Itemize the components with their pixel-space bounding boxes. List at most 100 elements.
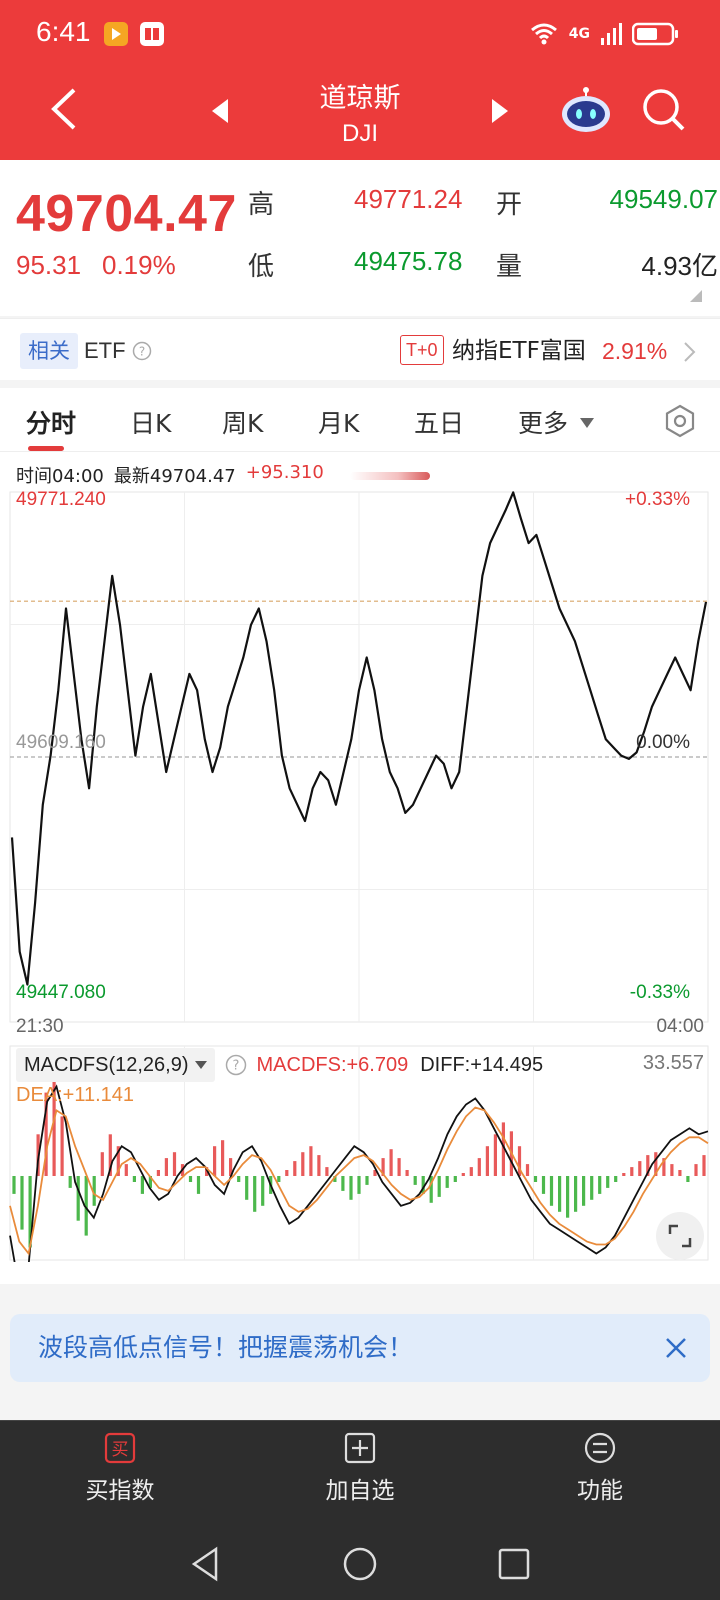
macd-bar [453, 1176, 457, 1182]
tab-more[interactable]: 更多 [518, 404, 568, 440]
macd-bar [678, 1170, 682, 1176]
functions-button[interactable]: 功能 [530, 1431, 670, 1505]
chevron-right-icon [684, 342, 696, 362]
macd-bar [60, 1116, 64, 1176]
tab-five-day[interactable]: 五日 [414, 404, 464, 440]
network-type: 4G [568, 26, 590, 42]
macd-bar [12, 1176, 16, 1194]
macd-bar [469, 1167, 473, 1176]
plus-square-icon [344, 1432, 376, 1464]
related-etf-row[interactable]: 相关 ETF ? T+0 纳指ETF富国 2.91% [0, 318, 720, 380]
macd-bar [76, 1176, 80, 1221]
notification-app-icon [104, 22, 128, 46]
price-change: 95.31 [16, 250, 82, 280]
tab-weekly-k[interactable]: 周K [222, 404, 263, 440]
macd-bar [445, 1176, 449, 1188]
system-home-icon[interactable] [340, 1544, 380, 1584]
pct-axis-min-label: -0.33% [629, 982, 690, 1003]
crosshair-info: 时间04:00 最新49704.47 +95.310 [16, 462, 324, 488]
macd-bar [301, 1152, 305, 1176]
tab-monthly-k[interactable]: 月K [318, 404, 359, 440]
macd-bar [349, 1176, 353, 1200]
macd-bar [20, 1176, 24, 1230]
status-time: 6:41 [36, 16, 91, 47]
macd-bar [533, 1176, 538, 1182]
quote-panel: 49704.47 95.31 0.19% 高 49771.24 低 49475.… [0, 160, 720, 316]
macd-bar [140, 1176, 144, 1194]
tab-intraday[interactable]: 分时 [26, 404, 76, 440]
macd-bar [493, 1134, 497, 1176]
macd-bar [638, 1161, 642, 1176]
add-watchlist-label: 加自选 [325, 1478, 395, 1504]
macd-bar [461, 1173, 465, 1176]
help-icon[interactable]: ? [225, 1054, 247, 1076]
macd-bar [68, 1176, 72, 1188]
open-value: 49549.07 [609, 184, 718, 214]
macd-bar [606, 1176, 610, 1188]
macd-bar [357, 1176, 361, 1194]
svg-text:?: ? [139, 345, 145, 359]
status-bar: 6:41 4G [0, 0, 720, 68]
macd-bar [261, 1176, 265, 1206]
low-label: 低 [248, 252, 275, 282]
add-watchlist-button[interactable]: 加自选 [290, 1431, 430, 1505]
back-arrow-icon[interactable] [44, 84, 84, 134]
system-back-icon[interactable] [186, 1544, 226, 1584]
low-value: 49475.78 [354, 246, 463, 276]
macd-bar [253, 1176, 257, 1212]
menu-circle-icon [584, 1432, 616, 1464]
macd-bar [221, 1140, 225, 1176]
promo-banner[interactable]: 波段高低点信号！把握震荡机会！ [10, 1314, 710, 1382]
chart-settings-icon[interactable] [662, 403, 698, 439]
etf-label: ETF [84, 338, 126, 363]
volume-label: 量 [496, 252, 523, 282]
ai-assistant-robot-icon[interactable] [560, 84, 612, 136]
macd-bar [389, 1149, 393, 1176]
macd-bar [686, 1176, 690, 1182]
macd-bar [213, 1146, 217, 1176]
indicator-name: MACDFS(12,26,9) [24, 1054, 189, 1076]
more-dropdown-icon[interactable] [580, 418, 594, 428]
chart-period-tabs: 分时 日K 周K 月K 五日 更多 [0, 388, 720, 452]
macd-bar [590, 1176, 594, 1200]
intraday-chart[interactable] [0, 488, 720, 1042]
previous-index-icon[interactable] [208, 96, 232, 126]
indicator-selector[interactable]: MACDFS(12,26,9) [16, 1048, 215, 1082]
tab-daily-k[interactable]: 日K [130, 404, 171, 440]
system-recents-icon[interactable] [494, 1544, 534, 1584]
close-icon[interactable] [664, 1336, 688, 1360]
pct-axis-mid-label: 0.00% [636, 732, 690, 753]
diff-value: DIFF:+14.495 [420, 1053, 544, 1076]
buy-index-button[interactable]: 买 买指数 [50, 1431, 190, 1505]
open-label: 开 [496, 190, 523, 220]
help-icon[interactable]: ? [132, 341, 152, 361]
caret-down-icon [194, 1061, 207, 1069]
macd-bar [477, 1158, 481, 1176]
system-navigation-bar [0, 1530, 720, 1600]
macd-bar [164, 1158, 168, 1176]
macd-bar [317, 1155, 321, 1176]
macd-bar [582, 1176, 586, 1206]
expand-quote-corner-icon[interactable] [690, 290, 702, 302]
top-header: 6:41 4G 道琼斯 DJI [0, 0, 720, 160]
macd-bar [413, 1176, 417, 1185]
macd-bar [702, 1155, 706, 1176]
info-time: 时间04:00 [16, 466, 104, 487]
macd-bar [293, 1161, 297, 1176]
macd-bar [341, 1176, 345, 1191]
bottom-toolbar: 买 买指数 加自选 功能 [0, 1420, 720, 1530]
y-axis-min-label: 49447.080 [16, 982, 106, 1003]
next-index-icon[interactable] [488, 96, 512, 126]
search-icon[interactable] [640, 86, 688, 134]
fullscreen-expand-icon[interactable] [656, 1212, 704, 1260]
functions-label: 功能 [577, 1478, 623, 1504]
macd-value: MACDFS:+6.709 [256, 1053, 409, 1076]
macd-bar [598, 1176, 602, 1194]
y-axis-mid-label: 49609.160 [16, 732, 106, 753]
page-title: 道琼斯 [319, 83, 401, 114]
macd-bar [365, 1176, 369, 1185]
macd-bar [485, 1146, 489, 1176]
macd-bar [549, 1176, 554, 1206]
related-tag: 相关 [20, 333, 78, 369]
macd-bar [630, 1167, 634, 1176]
